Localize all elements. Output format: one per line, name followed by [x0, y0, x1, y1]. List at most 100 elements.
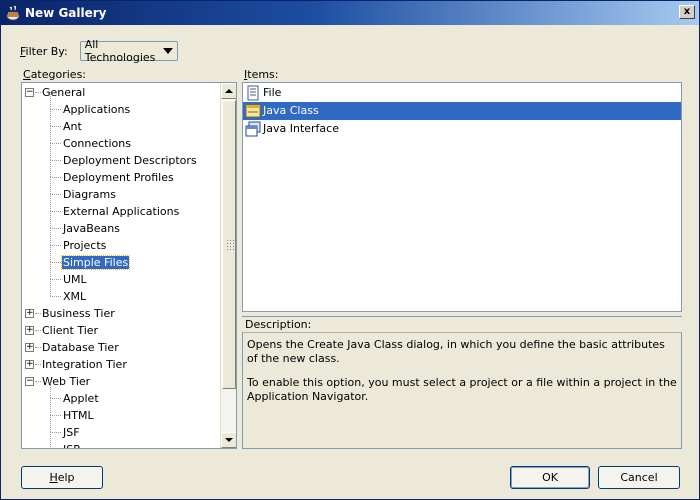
tree-node[interactable]: Diagrams: [62, 186, 117, 203]
categories-tree-panel: − General Applications Ant Connections Deploy…: [21, 82, 237, 449]
item-label: File: [263, 86, 282, 99]
filter-value: All Technologies: [84, 38, 156, 64]
tree-node[interactable]: JSF: [62, 424, 81, 441]
tree-connector: [50, 126, 51, 143]
help-button[interactable]: Help: [21, 466, 103, 489]
tree-node[interactable]: Database Tier: [41, 339, 120, 356]
new-gallery-dialog: New Gallery x Filter By: All Technologie…: [0, 0, 700, 500]
tree-node[interactable]: UML: [62, 271, 88, 288]
tree-connector: [50, 279, 51, 296]
title-bar[interactable]: New Gallery x: [1, 1, 699, 25]
tree-connector: [50, 432, 61, 433]
item-label: Java Interface: [263, 122, 339, 135]
tree-node[interactable]: JSP: [62, 441, 81, 448]
tree-node[interactable]: Deployment Descriptors: [62, 152, 198, 169]
java-class-icon: [245, 103, 261, 119]
scroll-down-button[interactable]: [221, 432, 236, 448]
java-interface-icon: [245, 121, 261, 137]
tree-connector: [50, 398, 51, 415]
item-row[interactable]: File: [243, 84, 681, 102]
tree-connector: [50, 143, 51, 160]
tree-node[interactable]: XML: [62, 288, 87, 305]
tree-node-label: Deployment Descriptors: [63, 154, 197, 167]
expand-icon[interactable]: +: [25, 326, 34, 335]
tree-node[interactable]: Web Tier: [41, 373, 91, 390]
tree-node-label: Simple Files: [60, 255, 131, 270]
tree-node[interactable]: HTML: [62, 407, 95, 424]
tree-connector: [50, 381, 51, 398]
tree-node[interactable]: External Applications: [62, 203, 180, 220]
tree-node-label: JSP: [62, 443, 81, 448]
item-label: Java Class: [263, 104, 319, 117]
tree-node[interactable]: Applet: [62, 390, 100, 407]
tree-connector: [50, 211, 61, 212]
items-list[interactable]: File Java Class Java Interface: [242, 82, 682, 312]
tree-node[interactable]: Applications: [62, 101, 131, 118]
ok-button[interactable]: OK: [510, 466, 590, 489]
tree-connector: [50, 143, 61, 144]
tree-node[interactable]: Ant: [62, 118, 83, 135]
tree-node[interactable]: Integration Tier: [41, 356, 128, 373]
expand-icon[interactable]: +: [25, 343, 34, 352]
tree-connector: [50, 92, 51, 109]
tree-node[interactable]: Deployment Profiles: [62, 169, 175, 186]
filter-row: Filter By: All Technologies: [20, 38, 178, 64]
tree-node-label: General: [42, 86, 86, 99]
tree-node[interactable]: Simple Files: [60, 254, 131, 271]
collapse-icon[interactable]: −: [25, 88, 34, 97]
tree-node[interactable]: Client Tier: [41, 322, 99, 339]
tree-connector: [50, 160, 61, 161]
close-icon: x: [683, 6, 691, 17]
expand-icon[interactable]: +: [25, 309, 34, 318]
coffee-cup-icon: [6, 5, 20, 21]
cancel-button[interactable]: Cancel: [598, 466, 680, 489]
tree-node-label: UML: [63, 273, 87, 286]
tree-connector: [50, 109, 51, 126]
tree-node-label: Applet: [63, 392, 99, 405]
tree-node-label: Integration Tier: [42, 358, 127, 371]
tree-node[interactable]: JavaBeans: [62, 220, 121, 237]
tree-node-label: HTML: [63, 409, 94, 422]
dropdown-arrow-icon: [162, 48, 173, 54]
tree-node[interactable]: Projects: [62, 237, 107, 254]
tree-connector: [50, 415, 61, 416]
tree-node[interactable]: Business Tier: [41, 305, 116, 322]
tree-node-label: Business Tier: [42, 307, 115, 320]
tree-node-label: Client Tier: [42, 324, 99, 337]
tree-connector: [50, 245, 61, 246]
description-label: Description:: [242, 316, 682, 332]
tree-node-label: XML: [63, 290, 87, 303]
arrow-down-icon: [225, 438, 233, 442]
categories-tree[interactable]: − General Applications Ant Connections Deploy…: [22, 83, 220, 448]
tree-node-label: Deployment Profiles: [63, 171, 174, 184]
tree-connector: [50, 211, 51, 228]
item-row[interactable]: Java Class: [243, 102, 681, 120]
arrow-up-icon: [225, 89, 233, 93]
tree-connector: [50, 109, 61, 110]
tree-node-label: Applications: [63, 103, 131, 116]
tree-connector: [50, 398, 61, 399]
tree-connector: [50, 432, 51, 448]
collapse-icon[interactable]: −: [25, 377, 34, 386]
scroll-up-button[interactable]: [221, 83, 236, 99]
tree-node-label: Diagrams: [63, 188, 116, 201]
close-button[interactable]: x: [679, 5, 695, 19]
tree-connector: [50, 296, 61, 297]
tree-node-label: External Applications: [63, 205, 180, 218]
tree-node[interactable]: Connections: [62, 135, 132, 152]
tree-connector: [50, 228, 61, 229]
expand-icon[interactable]: +: [25, 360, 34, 369]
tree-node-label: Projects: [63, 239, 107, 252]
tree-node-label: Web Tier: [42, 375, 91, 388]
scroll-thumb[interactable]: [222, 100, 236, 389]
tree-connector: [50, 126, 61, 127]
tree-connector: [50, 262, 61, 263]
item-row[interactable]: Java Interface: [243, 120, 681, 138]
tree-connector: [50, 279, 61, 280]
tree-connector: [50, 245, 51, 262]
tree-node[interactable]: General: [41, 84, 86, 101]
tree-connector: [50, 194, 51, 211]
filter-dropdown[interactable]: All Technologies: [79, 38, 178, 64]
categories-scrollbar[interactable]: [220, 83, 236, 448]
tree-node-label: Connections: [63, 137, 131, 150]
